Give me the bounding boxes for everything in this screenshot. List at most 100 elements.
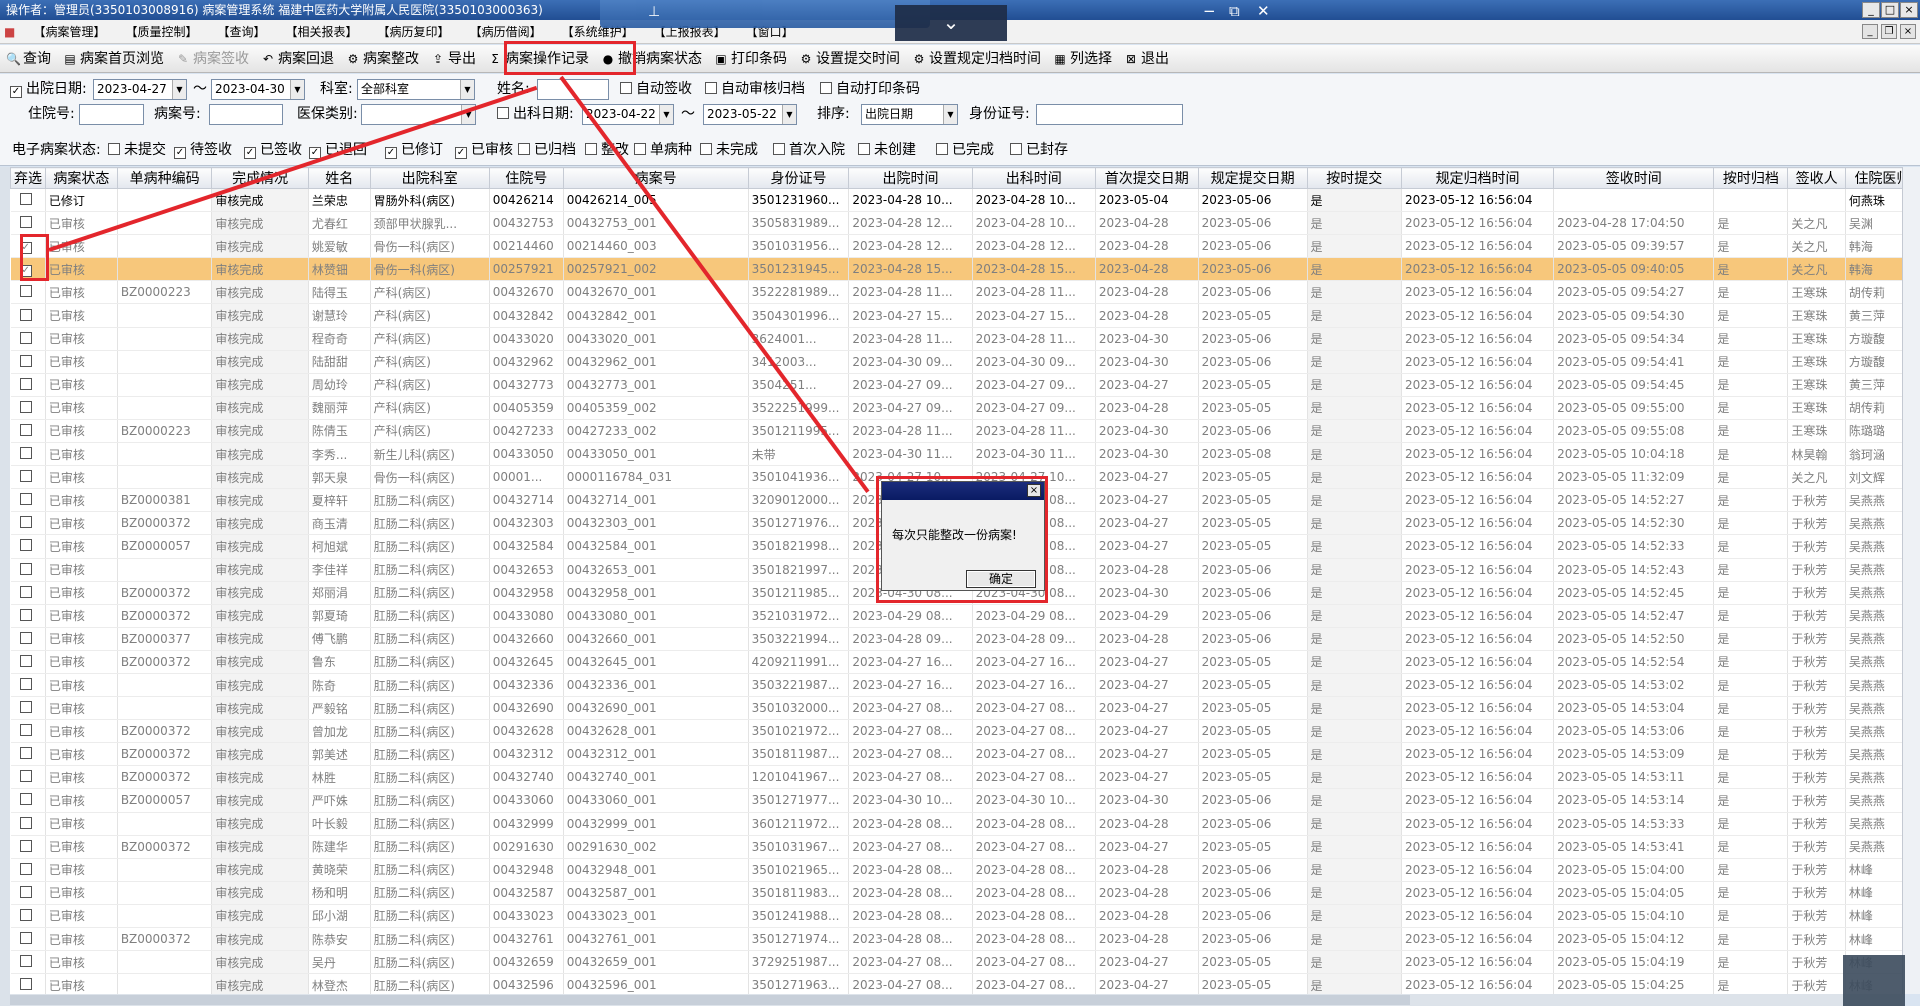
checkbox-icon[interactable] [19, 793, 32, 806]
out-to-input[interactable]: 2023-05-22 ▼ [703, 104, 797, 125]
out-dept-date-toggle[interactable]: 出科日期: [497, 104, 574, 124]
dropdown-arrow-icon[interactable]: ▼ [943, 105, 957, 124]
checkbox-icon[interactable] [19, 654, 32, 667]
column-header[interactable]: 规定归档时间 [1401, 167, 1555, 189]
toolbar-button[interactable]: ⚙ 病案整改 [340, 45, 425, 73]
checkbox-icon[interactable]: ✓ [244, 147, 256, 159]
table-row[interactable]: 已审核 审核完成 林登杰 肛肠二科(病区) 00432596 00432596_001 35… [10, 973, 1902, 994]
checkbox-icon[interactable]: ✓ [174, 147, 186, 159]
row-checkbox-cell[interactable] [10, 881, 46, 905]
checkbox-icon[interactable] [19, 978, 32, 991]
checkbox-icon[interactable]: ✓ [10, 86, 22, 98]
row-checkbox-cell[interactable] [10, 188, 46, 213]
column-header[interactable]: 按时提交 [1306, 167, 1403, 189]
checkbox-icon[interactable] [19, 562, 32, 575]
checkbox-icon[interactable] [19, 285, 32, 298]
checkbox-icon[interactable] [19, 377, 32, 390]
checkbox-icon[interactable] [19, 862, 32, 875]
table-row[interactable]: 已审核 BZ0000372 审核完成 陈建华 肛肠二科(病区) 00291630 00291… [10, 835, 1902, 859]
row-checkbox-cell[interactable] [10, 511, 46, 536]
checkbox-icon[interactable] [19, 747, 32, 760]
sort-select[interactable]: 出院日期 ▼ [861, 104, 958, 125]
row-checkbox-cell[interactable] [10, 488, 46, 513]
table-row[interactable]: 已修订 审核完成 兰荣忠 胃肠外科(病区) 00426214 00426214_005 35… [10, 188, 1902, 213]
table-row[interactable]: ✓ 已审核 审核完成 林赞钿 骨伤一科(病区) 00257921 00257921_002 3… [10, 257, 1902, 282]
status-filter-toggle[interactable]: ✓ 已修订 [385, 140, 443, 160]
row-checkbox-cell[interactable] [10, 973, 46, 994]
checkbox-icon[interactable] [19, 908, 32, 921]
row-checkbox-cell[interactable] [10, 534, 46, 559]
checkbox-icon[interactable] [19, 539, 32, 552]
table-row[interactable]: 已审核 BZ0000372 审核完成 陈恭安 肛肠二科(病区) 00432761 00432… [10, 927, 1902, 952]
status-filter-toggle[interactable]: 首次入院 [773, 140, 845, 160]
mdi-close-button[interactable]: × [1900, 24, 1916, 39]
column-header[interactable]: 出院时间 [848, 167, 973, 189]
column-header[interactable]: 住院号 [488, 167, 564, 189]
discharge-to-input[interactable]: 2023-04-30 ▼ [211, 79, 305, 100]
checkbox-icon[interactable] [19, 955, 32, 968]
checkbox-icon[interactable] [19, 631, 32, 644]
table-row[interactable]: 已审核 审核完成 黄晓荣 肛肠二科(病区) 00432948 00432948_001 35… [10, 858, 1902, 882]
row-checkbox-cell[interactable] [10, 396, 46, 420]
row-checkbox-cell[interactable] [10, 558, 46, 582]
row-checkbox-cell[interactable] [10, 673, 46, 698]
table-row[interactable]: 已审核 BZ0000372 审核完成 鲁东 肛肠二科(病区) 00432645 004326… [10, 650, 1902, 674]
status-filter-toggle[interactable]: 未完成 [700, 140, 758, 160]
checkbox-icon[interactable] [19, 193, 32, 206]
column-header[interactable]: 单病种编码 [116, 167, 213, 189]
menu-item[interactable]: 【查询】 [208, 20, 276, 44]
status-filter-toggle[interactable]: ✓ 已签收 [244, 140, 302, 160]
row-checkbox-cell[interactable] [10, 858, 46, 882]
checkbox-icon[interactable]: ✓ [455, 147, 467, 159]
table-row[interactable]: 已审核 BZ0000223 审核完成 陈倩玉 产科(病区) 00427233 0042723… [10, 419, 1902, 444]
mdi-minimize-button[interactable]: _ [1862, 24, 1878, 39]
column-header[interactable]: 出院科室 [369, 167, 490, 189]
row-checkbox-cell[interactable] [10, 419, 46, 444]
checkbox-icon[interactable] [820, 82, 832, 94]
toolbar-button[interactable]: ↶ 病案回退 [255, 45, 340, 73]
checkbox-icon[interactable] [19, 400, 32, 413]
table-row[interactable]: 已审核 审核完成 叶长毅 肛肠二科(病区) 00432999 00432999_001 36… [10, 812, 1902, 836]
status-filter-toggle[interactable]: 已完成 [936, 140, 994, 160]
column-header[interactable]: 签收人 [1787, 167, 1846, 189]
column-header[interactable]: 病案号 [562, 167, 749, 189]
mdi-restore-button[interactable]: ❐ [1881, 24, 1897, 39]
checkbox-icon[interactable] [19, 493, 32, 506]
status-filter-toggle[interactable]: ✓ 待签收 [174, 140, 232, 160]
checkbox-icon[interactable] [634, 143, 646, 155]
row-checkbox-cell[interactable] [10, 627, 46, 651]
column-header[interactable]: 按时归档 [1713, 167, 1789, 189]
table-row[interactable]: 已审核 审核完成 吴丹 肛肠二科(病区) 00432659 00432659_001 372… [10, 950, 1902, 975]
column-header[interactable]: 姓名 [307, 167, 371, 189]
table-row[interactable]: 已审核 BZ0000372 审核完成 林胜 肛肠二科(病区) 00432740 004327… [10, 765, 1902, 790]
toolbar-button[interactable]: ✎ 病案签收 [170, 45, 255, 73]
table-row[interactable]: 已审核 BZ0000372 审核完成 郭美述 肛肠二科(病区) 00432312 00432… [10, 742, 1902, 767]
checkbox-icon[interactable] [19, 701, 32, 714]
table-row[interactable]: 已审核 BZ0000057 审核完成 严吓姝 肛肠二科(病区) 00433060 00433… [10, 788, 1902, 813]
row-checkbox-cell[interactable] [10, 650, 46, 674]
auto-sign-toggle[interactable]: 自动签收 [620, 79, 692, 99]
row-checkbox-cell[interactable] [10, 719, 46, 744]
row-checkbox-cell[interactable] [10, 350, 46, 374]
toolbar-button[interactable]: ▦ 列选择 [1047, 45, 1118, 73]
row-checkbox-cell[interactable] [10, 788, 46, 813]
auto-audit-toggle[interactable]: 自动审核归档 [705, 79, 805, 99]
checkbox-icon[interactable] [19, 423, 32, 436]
checkbox-icon[interactable] [108, 143, 120, 155]
row-checkbox-cell[interactable] [10, 604, 46, 628]
float-close-icon[interactable]: ✕ [1257, 2, 1270, 20]
row-checkbox-cell[interactable] [10, 765, 46, 790]
row-checkbox-cell[interactable] [10, 373, 46, 397]
toolbar-button[interactable]: ▣ 打印条码 [708, 45, 793, 73]
row-checkbox-cell[interactable] [10, 581, 46, 605]
status-filter-toggle[interactable]: 已归档 [518, 140, 576, 160]
checkbox-icon[interactable] [518, 143, 530, 155]
row-checkbox-cell[interactable] [10, 835, 46, 859]
discharge-date-toggle[interactable]: ✓ 出院日期: [10, 79, 87, 99]
checkbox-icon[interactable] [19, 447, 32, 460]
auto-print-toggle[interactable]: 自动打印条码 [820, 79, 920, 99]
row-checkbox-cell[interactable] [10, 927, 46, 952]
table-row[interactable]: 已审核 审核完成 邱小湖 肛肠二科(病区) 00433023 00433023_001 35… [10, 904, 1902, 929]
column-header[interactable]: 病案状态 [44, 167, 118, 189]
table-row[interactable]: 已审核 审核完成 谢慧玲 产科(病区) 00432842 00432842_001 3504… [10, 303, 1902, 328]
